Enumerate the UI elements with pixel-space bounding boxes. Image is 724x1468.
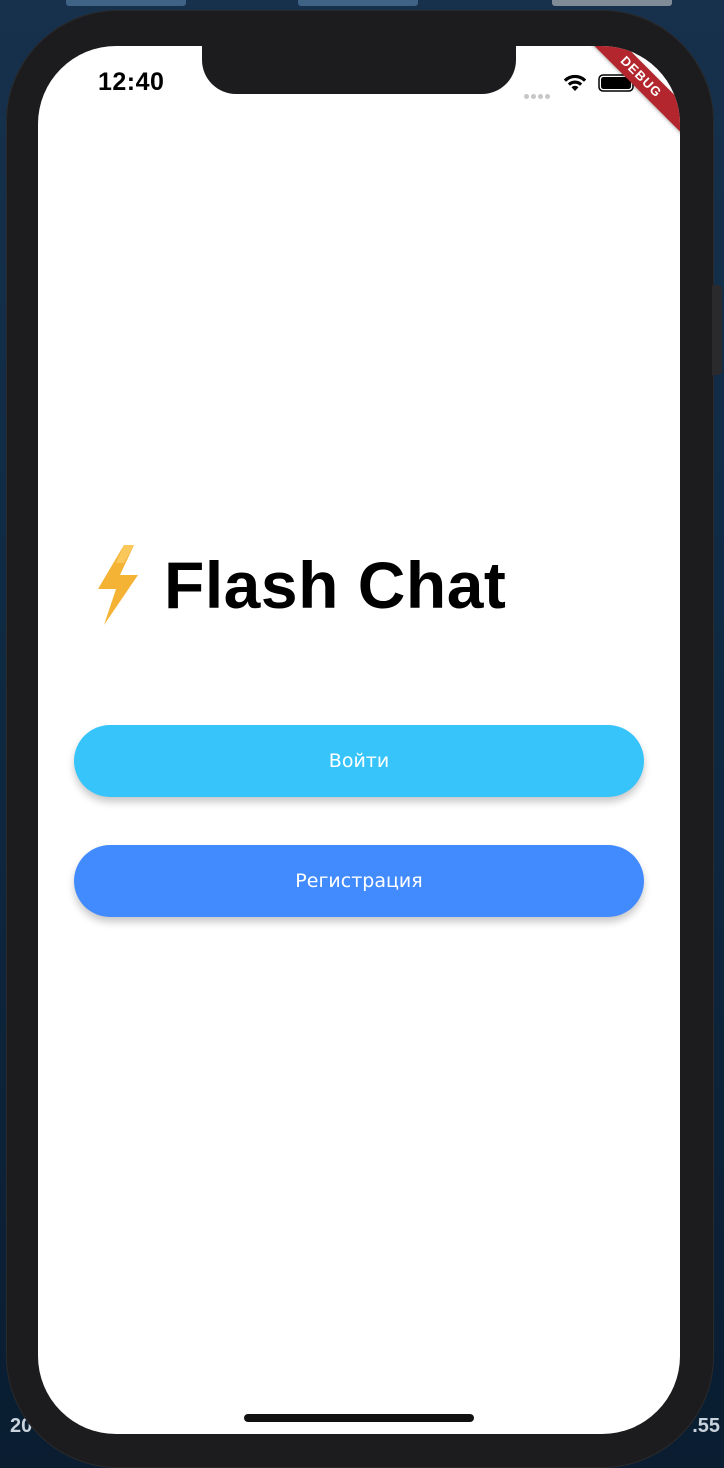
background-text-right: .55 xyxy=(692,1415,720,1437)
background-window-strip xyxy=(66,0,186,6)
login-button-label: Войти xyxy=(328,750,390,772)
phone-side-button xyxy=(712,285,722,375)
register-button[interactable]: Регистрация xyxy=(74,845,644,917)
login-button[interactable]: Войти xyxy=(74,725,644,797)
background-window-strip xyxy=(298,0,418,6)
register-button-label: Регистрация xyxy=(295,870,423,892)
background-window-strip xyxy=(552,0,672,6)
app-screen: 12:40 DEBUG Flash Chat Войти Регистрация xyxy=(38,46,680,1434)
app-title: Flash Chat xyxy=(164,548,507,622)
camera-notch xyxy=(202,46,516,94)
home-indicator[interactable] xyxy=(244,1414,474,1422)
lightning-bolt-icon xyxy=(98,545,138,625)
cellular-signal-icon xyxy=(524,86,554,99)
status-bar-time: 12:40 xyxy=(98,68,165,96)
wifi-icon xyxy=(563,74,587,91)
welcome-header: Flash Chat xyxy=(94,542,506,628)
